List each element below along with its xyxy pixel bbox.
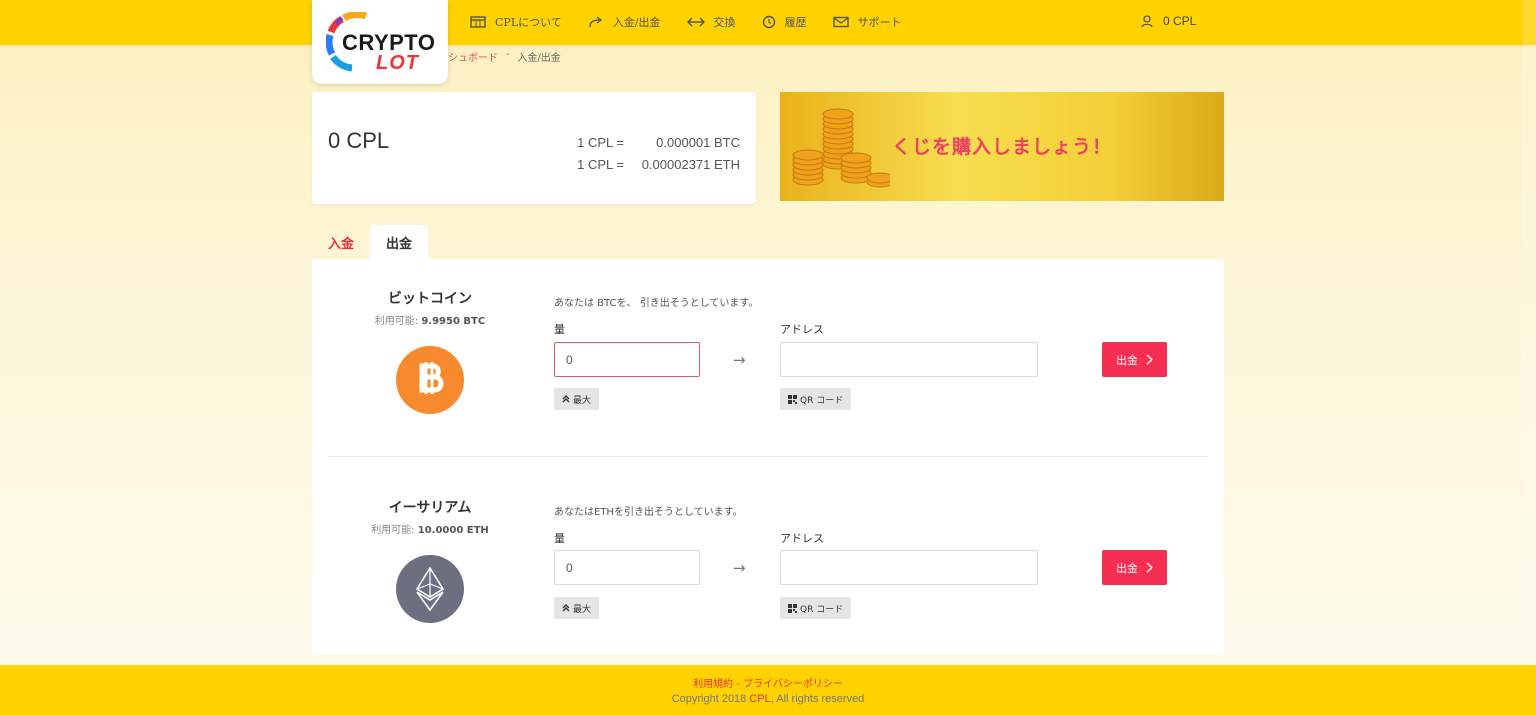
exchange-rates: 1 CPL = 0.000001 BTC 1 CPL = 0.00002371 … [577, 132, 740, 176]
transfer-tabs: 入金 出金 [312, 225, 429, 259]
footer: 利用規約 - プライバシーポリシー Copyright 2018 CPL, Al… [0, 665, 1536, 715]
withdraw-button-label: 出金 [1116, 353, 1138, 367]
buy-lottery-banner[interactable]: くじを購入しましょう！ [780, 92, 1224, 201]
address-label-btc: アドレス [780, 323, 824, 336]
amount-input-eth[interactable] [554, 550, 700, 585]
rate-row-btc: 1 CPL = 0.000001 BTC [577, 132, 740, 154]
breadcrumb-dashboard-link[interactable]: シュボード [448, 49, 498, 64]
copyright-brand-link[interactable]: CPL [749, 693, 770, 705]
nav-about-label: CPLについて [495, 16, 562, 29]
tab-deposit[interactable]: 入金 [312, 225, 370, 259]
max-button-eth[interactable]: 最大 [554, 597, 600, 619]
calendar-grid-icon [470, 16, 486, 28]
copyright-suffix: , All rights reserved [770, 693, 865, 705]
chevron-right-icon [1146, 354, 1153, 365]
breadcrumb: シュボード - 入金/出金 [448, 49, 561, 64]
arrow-right-icon: → [733, 351, 746, 369]
ethereum-icon [396, 555, 464, 623]
nav-about[interactable]: CPLについて [470, 14, 562, 30]
withdraw-button-btc[interactable]: 出金 [1102, 342, 1167, 377]
nav-history[interactable]: 履歴 [762, 14, 807, 30]
amount-label-eth: 量 [554, 532, 565, 545]
withdraw-panel: ビットコイン 利用可能: 9.9950 BTC あなたは BTCを、 引き出そう… [312, 259, 1224, 654]
footer-links: 利用規約 - プライバシーポリシー [0, 675, 1536, 690]
withdraw-button-label: 出金 [1116, 561, 1138, 575]
available-balance-eth: 利用可能: 10.0000 ETH [330, 521, 530, 536]
double-chevron-up-icon [562, 604, 570, 612]
rate-row-eth: 1 CPL = 0.00002371 ETH [577, 154, 740, 176]
nav-exchange[interactable]: 交換 [686, 14, 736, 30]
mail-icon [832, 16, 849, 28]
withdraw-notice-eth: あなたはETHを引き出そうとしています。 [554, 507, 743, 518]
available-balance-btc: 利用可能: 9.9950 BTC [330, 312, 530, 327]
chevron-right-icon [1146, 562, 1153, 573]
balance-card: 0 CPL 1 CPL = 0.000001 BTC 1 CPL = 0.000… [312, 92, 756, 204]
withdraw-notice-btc: あなたは BTCを、 引き出そうとしています。 [554, 298, 759, 309]
copyright-prefix: Copyright 2018 [671, 693, 747, 705]
qr-code-icon [788, 603, 797, 613]
terms-link[interactable]: 利用規約 [693, 679, 733, 690]
rate-value: 0.00002371 ETH [641, 157, 740, 172]
nav-deposit-withdraw-label: 入金/出金 [612, 16, 661, 29]
available-value: 9.9950 BTC [421, 316, 486, 327]
qr-code-icon [788, 394, 797, 404]
bitcoin-icon [396, 346, 464, 414]
available-label: 利用可能: [374, 316, 419, 327]
exchange-arrows-icon [686, 17, 705, 27]
logo[interactable]: CRYPTO LOT [312, 0, 448, 84]
arrow-right-icon: → [733, 559, 746, 577]
user-icon [1141, 14, 1153, 27]
privacy-policy-link[interactable]: プライバシーポリシー [743, 679, 843, 690]
double-chevron-up-icon [562, 395, 570, 403]
address-input-btc[interactable] [780, 342, 1038, 377]
tab-withdraw[interactable]: 出金 [370, 225, 429, 259]
gold-coins-icon [792, 108, 890, 188]
address-input-eth[interactable] [780, 550, 1038, 585]
available-value: 10.0000 ETH [417, 525, 489, 536]
bitcoin-symbol-icon [419, 362, 444, 394]
qr-code-button-btc[interactable]: QR コード [780, 388, 852, 410]
nav-support-label: サポート [857, 16, 902, 29]
qr-code-button-label: QR コード [800, 604, 844, 615]
nav-deposit-withdraw[interactable]: 入金/出金 [588, 14, 661, 30]
address-label-eth: アドレス [780, 532, 824, 545]
balance-value: 0 CPL [328, 128, 390, 153]
history-clock-icon [762, 15, 775, 29]
ethereum-diamond-icon [416, 567, 444, 611]
rate-value: 0.000001 BTC [656, 135, 740, 150]
qr-code-button-label: QR コード [800, 395, 844, 406]
rate-unit: 1 CPL = [577, 135, 624, 150]
coin-name-btc: ビットコイン [388, 291, 472, 307]
banner-text: くじを購入しましょう！ [892, 136, 1113, 158]
rate-unit: 1 CPL = [577, 157, 624, 172]
main-nav: CPLについて 入金/出金 交換 履歴 サポート [470, 14, 902, 30]
available-label: 利用可能: [371, 525, 415, 536]
max-button-label: 最大 [573, 604, 592, 615]
scrollbar[interactable] [1522, 0, 1536, 715]
amount-input-btc[interactable] [554, 342, 700, 377]
max-button-label: 最大 [573, 395, 592, 406]
user-balance-label: 0 CPL [1163, 14, 1197, 28]
amount-label-btc: 量 [554, 323, 565, 336]
nav-exchange-label: 交換 [713, 16, 736, 29]
user-balance[interactable]: 0 CPL [1141, 14, 1196, 28]
nav-history-label: 履歴 [784, 16, 807, 29]
coin-name-eth: イーサリアム [388, 500, 472, 516]
max-button-btc[interactable]: 最大 [554, 388, 600, 410]
breadcrumb-separator: - [506, 49, 510, 60]
breadcrumb-current: 入金/出金 [517, 53, 561, 64]
copyright: Copyright 2018 CPL, All rights reserved [0, 693, 1536, 705]
share-arrow-icon [589, 16, 602, 28]
nav-support[interactable]: サポート [832, 14, 902, 30]
withdraw-button-eth[interactable]: 出金 [1102, 550, 1167, 585]
qr-code-button-eth[interactable]: QR コード [780, 597, 852, 619]
footer-separator: - [736, 679, 740, 690]
logo-word-lot: LOT [376, 52, 419, 74]
section-divider [328, 456, 1208, 457]
